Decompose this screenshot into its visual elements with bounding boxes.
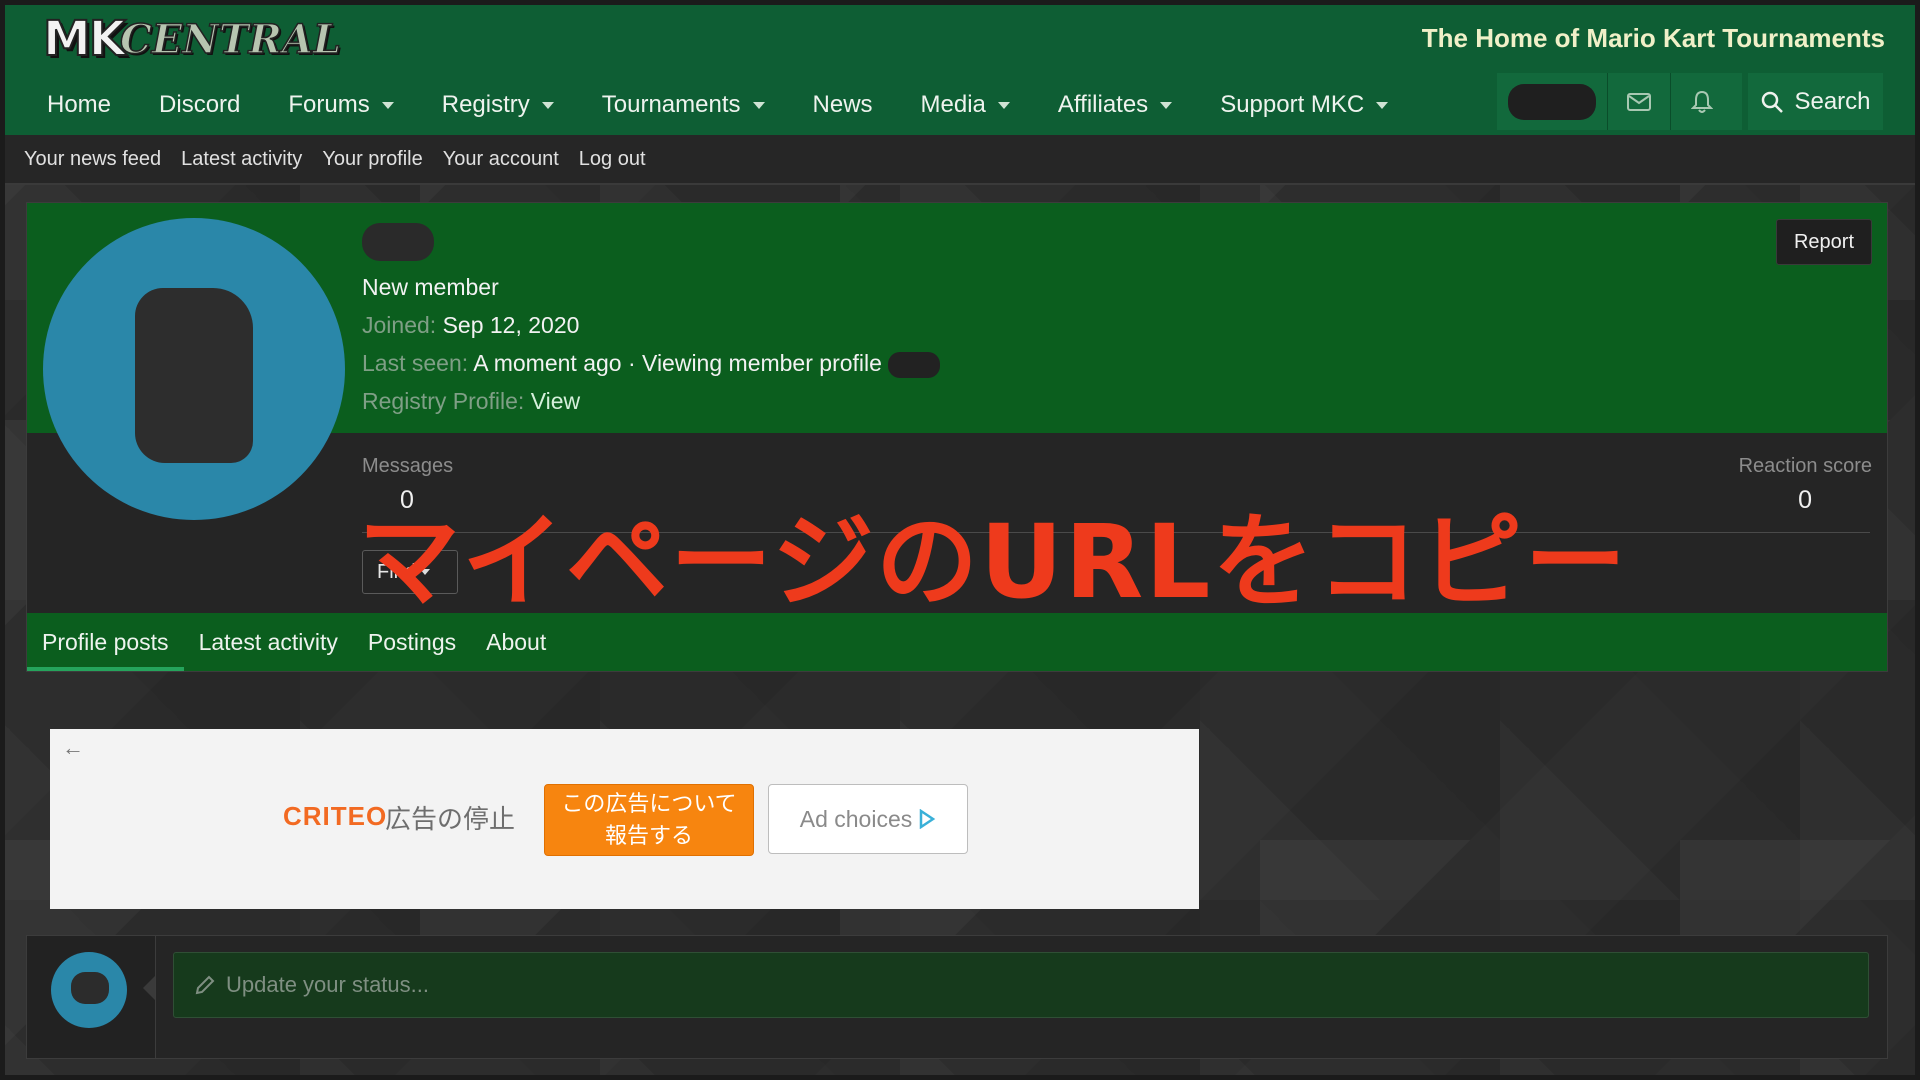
window-frame bbox=[0, 0, 1920, 1080]
